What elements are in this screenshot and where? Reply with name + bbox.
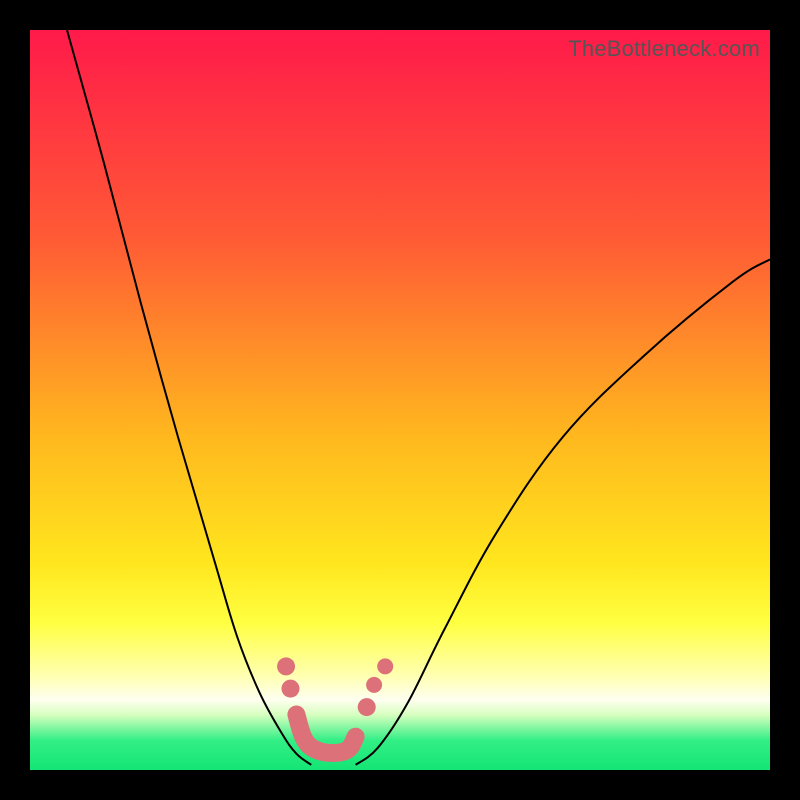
marker-dot: [358, 698, 376, 716]
marker-dot: [377, 658, 393, 674]
marker-dot: [366, 677, 382, 693]
marker-dot: [281, 680, 299, 698]
trough-highlight: [296, 715, 355, 753]
marker-dot: [277, 657, 295, 675]
plot-area: TheBottleneck.com: [30, 30, 770, 770]
outer-frame: TheBottleneck.com: [0, 0, 800, 800]
right-curve: [356, 259, 770, 764]
credit-text: TheBottleneck.com: [568, 36, 760, 62]
left-curve: [67, 30, 311, 765]
curve-layer: [30, 30, 770, 770]
